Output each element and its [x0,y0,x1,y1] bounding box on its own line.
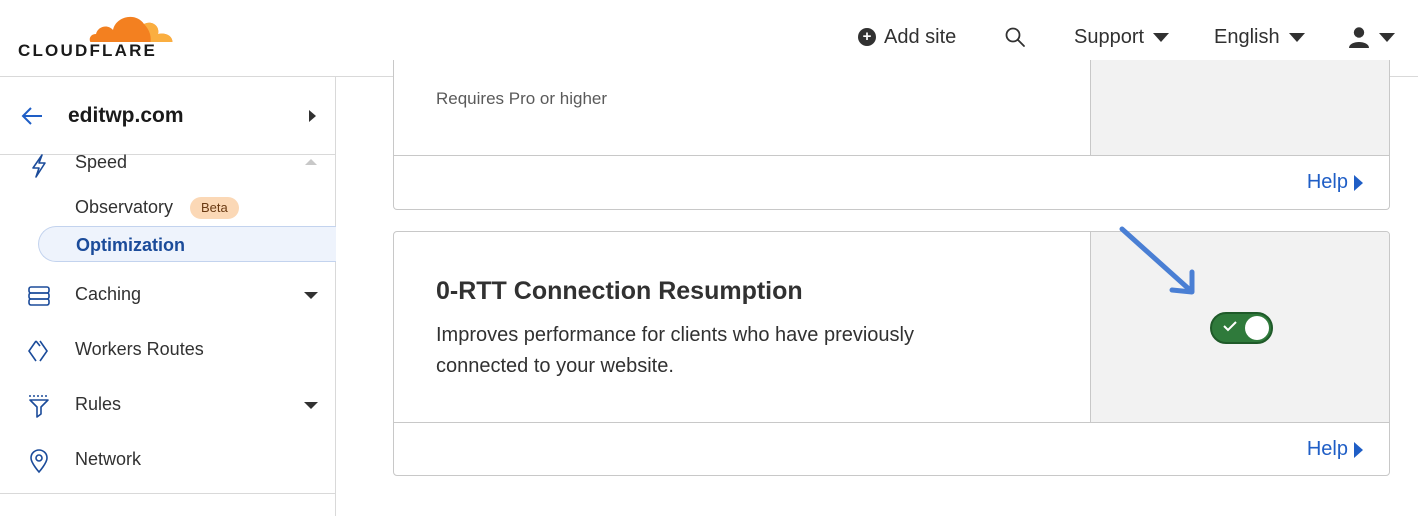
card-footer: Help [394,155,1389,209]
sidebar-divider [0,493,335,494]
0rtt-toggle-switch[interactable] [1210,312,1273,344]
card-body: 0-RTT Connection Resumption Improves per… [394,232,1091,422]
workers-icon [28,340,48,362]
chevron-down-icon [1153,32,1170,42]
annotation-arrow-icon [1119,226,1195,295]
requires-plan-note: Requires Pro or higher [436,89,608,108]
chevron-down-icon [1379,32,1395,42]
lightning-icon [32,154,46,178]
add-site-button[interactable]: + Add site [858,24,956,50]
search-icon [1005,27,1025,47]
chevron-up-icon [305,159,317,165]
user-icon [1349,27,1369,48]
sidebar-item-rules[interactable]: Rules [0,385,335,425]
checkmark-icon [1223,321,1237,332]
help-label: Help [1306,171,1348,193]
site-name: editwp.com [68,104,184,127]
chevron-down-icon [304,402,318,409]
setting-card-0rtt: 0-RTT Connection Resumption Improves per… [393,231,1390,476]
plus-circle-icon: + [858,28,876,46]
beta-badge: Beta [190,197,239,219]
setting-card-pro: Requires Pro or higher Help [393,60,1390,210]
sidebar: editwp.com Speed Observatory Beta Optimi… [0,77,336,516]
sidebar-subitem-label: Observatory [75,197,174,217]
sidebar-item-workers-routes[interactable]: Workers Routes [0,330,335,370]
support-label: Support [1074,25,1145,48]
card-body: Requires Pro or higher [394,60,1091,155]
logo-text: CLOUDFLARE [18,41,158,60]
sidebar-item-caching[interactable]: Caching [0,275,335,315]
help-label: Help [1306,438,1348,460]
back-arrow-icon[interactable] [20,105,44,127]
sidebar-item-speed[interactable]: Speed [0,143,335,183]
chevron-right-icon [309,110,316,122]
chevron-down-icon [304,292,318,299]
add-site-label: Add site [884,25,957,48]
sidebar-item-label: Caching [75,284,142,304]
support-dropdown[interactable]: Support [1074,24,1170,50]
sidebar-subitem-label: Optimization [76,235,185,255]
cloudflare-logo[interactable]: CLOUDFLARE [18,8,176,60]
setting-title: 0-RTT Connection Resumption [436,277,803,305]
sidebar-item-label: Network [75,449,142,469]
sidebar-item-label: Workers Routes [75,339,204,359]
chevron-right-icon [1354,441,1363,458]
card-control-area [1091,60,1389,155]
setting-description: Improves performance for clients who hav… [436,324,914,377]
sidebar-subitem-observatory[interactable]: Observatory Beta [38,189,336,225]
search-button[interactable] [1004,24,1026,50]
language-dropdown[interactable]: English [1214,24,1305,50]
language-label: English [1214,25,1280,48]
help-link[interactable]: Help [1307,438,1363,461]
sidebar-item-label: Speed [75,152,128,172]
rules-icon [29,395,49,418]
chevron-right-icon [1354,174,1363,191]
chevron-down-icon [1288,32,1305,42]
location-pin-icon [30,449,48,474]
toggle-knob [1245,316,1269,340]
sidebar-item-label: Rules [75,394,122,414]
caching-icon [28,286,50,306]
sidebar-subitem-optimization[interactable]: Optimization [38,226,336,262]
help-link[interactable]: Help [1307,171,1363,194]
card-footer: Help [394,422,1389,475]
sidebar-item-network[interactable]: Network [0,440,335,480]
user-menu[interactable] [1348,24,1395,50]
